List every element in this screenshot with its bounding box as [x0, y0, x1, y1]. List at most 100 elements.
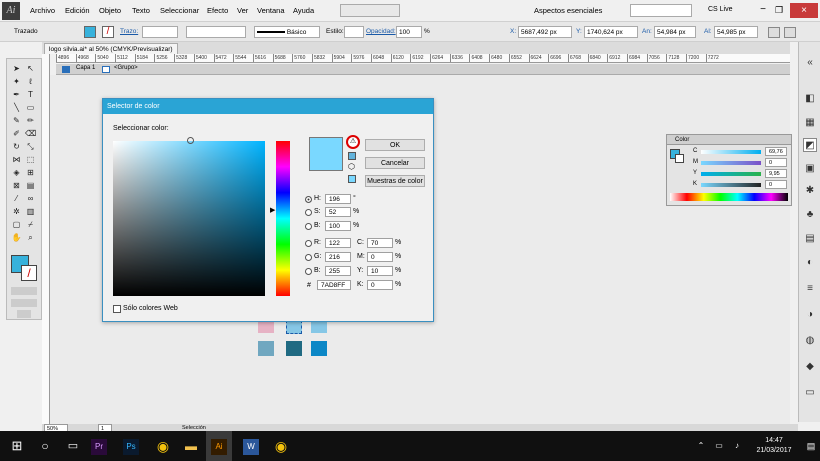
gradient-panel-icon[interactable]: ◍	[803, 334, 817, 348]
transparency-icon[interactable]: ◑	[803, 308, 817, 322]
maximize-icon[interactable]: ❐	[772, 4, 786, 17]
line-tool-icon[interactable]: ╲	[11, 102, 22, 113]
h-radio[interactable]	[305, 196, 312, 203]
width-tool-icon[interactable]: ⋈	[11, 154, 22, 165]
search-input[interactable]	[630, 4, 692, 17]
brushes-icon[interactable]: ✱	[803, 184, 817, 198]
height-field[interactable]: 54,985 px	[714, 26, 758, 38]
hex-field[interactable]: 7AD8FF	[317, 280, 351, 290]
y-field[interactable]: 1740,624 px	[584, 26, 638, 38]
web-color-icon[interactable]: ⬡	[348, 162, 355, 171]
group-name[interactable]: <Grupo>	[114, 65, 138, 71]
workspace-switcher[interactable]: Aspectos esenciales	[534, 6, 602, 15]
h-field[interactable]: 196	[325, 194, 351, 204]
m-field[interactable]: 0	[367, 252, 393, 262]
illustrator-icon[interactable]: Ai	[206, 431, 232, 461]
c-slider[interactable]	[701, 150, 761, 154]
color-swatches-button[interactable]: Muestras de color	[365, 175, 425, 187]
active-color-icon[interactable]: ◩	[803, 138, 817, 152]
file-explorer-icon[interactable]: ▬	[178, 431, 204, 461]
b-field[interactable]: 100	[325, 221, 351, 231]
direct-selection-icon[interactable]: ↖	[25, 63, 36, 74]
graphic-styles-icon[interactable]: ▤	[803, 232, 817, 246]
blob-brush-icon[interactable]: ✐	[11, 128, 22, 139]
photoshop-icon[interactable]: Ps	[118, 431, 144, 461]
artboards-icon[interactable]: ▭	[803, 386, 817, 400]
artboard-tool-icon[interactable]: ▢	[11, 219, 22, 230]
canvas-square-blue[interactable]	[311, 341, 327, 356]
stroke-panel-icon[interactable]: ≡	[803, 282, 817, 296]
clock-time[interactable]: 14:47	[752, 437, 796, 444]
cs-live[interactable]: CS Live	[708, 6, 733, 13]
magic-wand-icon[interactable]: ✦	[11, 76, 22, 87]
canvas-square-teal[interactable]	[286, 341, 302, 356]
panel-menu-icon[interactable]	[784, 27, 796, 38]
draw-mode-buttons[interactable]	[11, 299, 37, 307]
shape-builder-icon[interactable]: ◈	[11, 167, 22, 178]
stroke-swatch[interactable]: /	[102, 26, 114, 38]
swatches-icon[interactable]: ▣	[803, 162, 817, 176]
symbol-sprayer-icon[interactable]: ✲	[11, 206, 22, 217]
premiere-icon[interactable]: Pr	[86, 431, 112, 461]
opacity-field[interactable]: 100	[396, 26, 422, 38]
g-field[interactable]: 216	[325, 252, 351, 262]
blue-radio[interactable]	[305, 268, 312, 275]
appearance-icon[interactable]: ◐	[803, 256, 817, 270]
cancel-button[interactable]: Cancelar	[365, 157, 425, 169]
g-radio[interactable]	[305, 254, 312, 261]
task-view-icon[interactable]: ▭	[60, 431, 86, 461]
brush-style-field[interactable]: Básico	[254, 26, 320, 38]
menu-edicion[interactable]: Edición	[65, 6, 90, 15]
color-spectrum-bar[interactable]	[670, 193, 788, 201]
y-slider[interactable]	[701, 172, 761, 176]
menu-ventana[interactable]: Ventana	[257, 6, 285, 15]
perspective-icon[interactable]: ⊞	[25, 167, 36, 178]
scale-tool-icon[interactable]: ⤡	[25, 141, 36, 152]
horizontal-ruler[interactable]: 4896 4968 5040 5112 5184 5256 5328 5400 5472 5544…	[56, 54, 790, 63]
color-panel-icon[interactable]: ◧	[803, 92, 817, 106]
document-tab[interactable]: logo silvia.ai* al 50% (CMYK/Previsualiz…	[44, 43, 178, 54]
width-field[interactable]: 54,984 px	[654, 26, 696, 38]
canvas-square-selected[interactable]	[286, 320, 302, 334]
bridge-buttons[interactable]	[340, 4, 400, 17]
color-guide-icon[interactable]: ▦	[803, 116, 817, 130]
menu-seleccionar[interactable]: Seleccionar	[160, 6, 199, 15]
s-field[interactable]: 52	[325, 207, 351, 217]
web-color-swatch[interactable]	[348, 175, 356, 183]
windows-start-icon[interactable]: ⊞	[4, 431, 30, 461]
blue-field[interactable]: 255	[325, 266, 351, 276]
collapse-icon[interactable]: «	[803, 56, 817, 70]
menu-archivo[interactable]: Archivo	[30, 6, 55, 15]
hue-slider-arrow-icon[interactable]: ▶	[270, 206, 275, 214]
k-field[interactable]: 0	[367, 280, 393, 290]
zoom-tool-icon[interactable]: ⌕	[25, 232, 36, 243]
selection-tool-icon[interactable]: ➤	[11, 63, 22, 74]
chrome-icon-2[interactable]: ◉	[268, 431, 294, 461]
layers-icon[interactable]: ◆	[803, 360, 817, 374]
m-slider[interactable]	[701, 161, 761, 165]
pen-tool-icon[interactable]: ✒	[11, 89, 22, 100]
k-slider[interactable]	[701, 183, 761, 187]
canvas-square-steel[interactable]	[258, 341, 274, 356]
menu-objeto[interactable]: Objeto	[99, 6, 121, 15]
transform-icon[interactable]	[768, 27, 780, 38]
x-field[interactable]: 5687,492 px	[518, 26, 572, 38]
opacity-label[interactable]: Opacidad:	[366, 28, 396, 35]
eyedropper-icon[interactable]: ⁄	[11, 193, 22, 204]
stroke-label[interactable]: Trazo:	[120, 28, 138, 35]
minimize-icon[interactable]: −	[756, 4, 770, 17]
ok-button[interactable]: OK	[365, 139, 425, 151]
type-tool-icon[interactable]: T	[25, 89, 36, 100]
fill-swatch[interactable]	[84, 26, 96, 38]
menu-ver[interactable]: Ver	[237, 6, 248, 15]
panel-stroke-swatch[interactable]	[675, 154, 684, 163]
layer-name[interactable]: Capa 1	[76, 65, 95, 71]
brush-tool-icon[interactable]: ✎	[11, 115, 22, 126]
style-field[interactable]	[344, 26, 364, 38]
menu-ayuda[interactable]: Ayuda	[293, 6, 314, 15]
lasso-icon[interactable]: ℓ	[25, 76, 36, 87]
b-radio[interactable]	[305, 223, 312, 230]
variable-width-field[interactable]	[186, 26, 246, 38]
free-transform-icon[interactable]: ⬚	[25, 154, 36, 165]
menu-texto[interactable]: Texto	[132, 6, 150, 15]
